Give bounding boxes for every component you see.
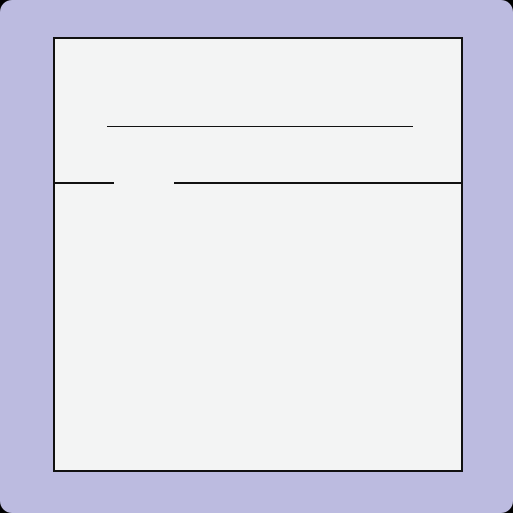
blank-panel (53, 37, 463, 472)
title-placeholder-line (107, 126, 413, 127)
section-divider-right (174, 182, 462, 184)
app-window-frame (0, 0, 513, 513)
section-divider-left (54, 182, 114, 184)
